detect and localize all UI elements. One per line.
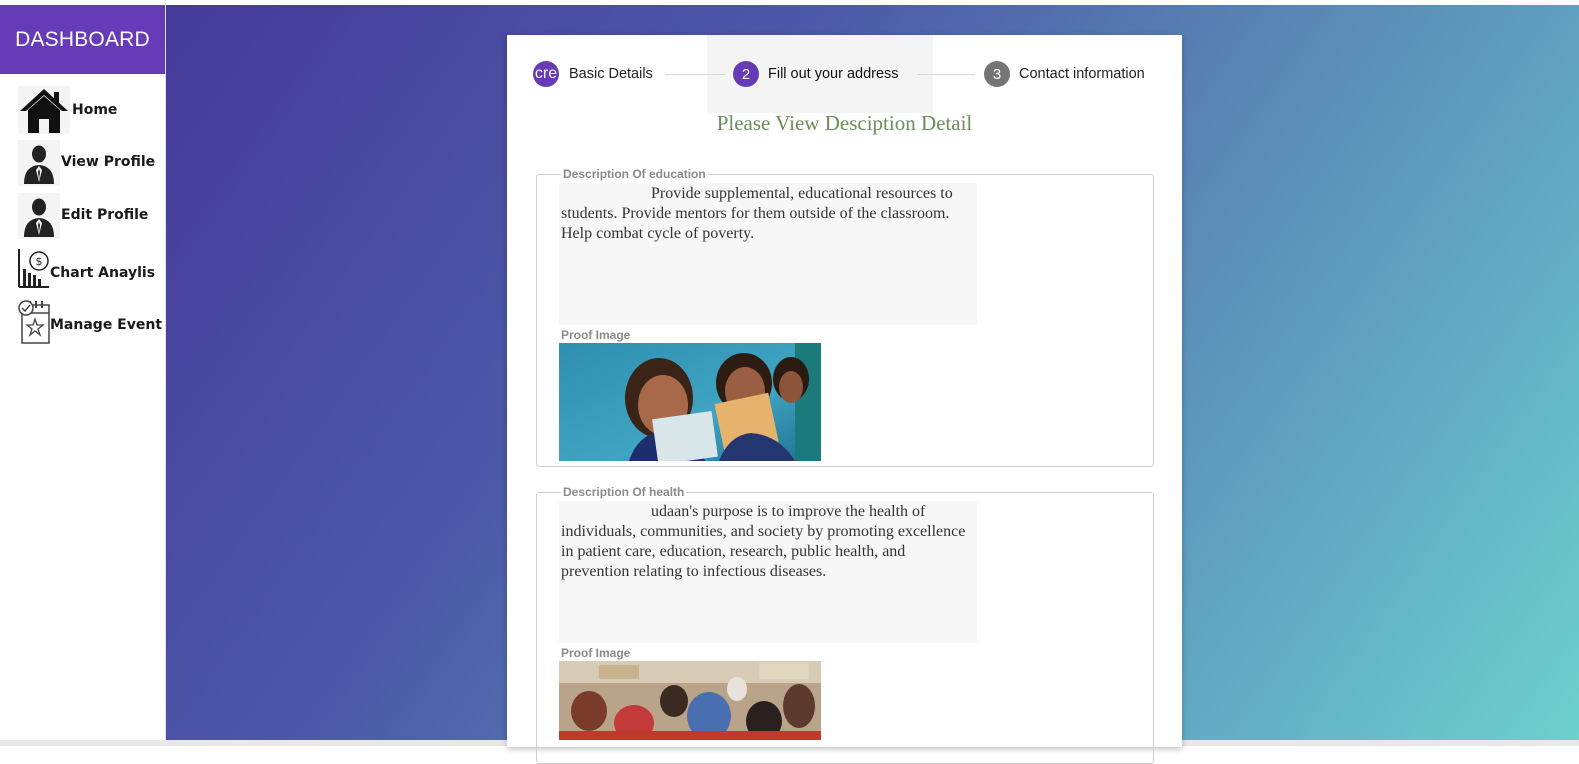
proof-image-label: Proof Image — [561, 646, 631, 660]
sidebar-item-label: Edit Profile — [61, 207, 149, 223]
sidebar-item-chart-analysis[interactable]: $ Chart Anaylis — [0, 245, 165, 291]
step-1-label[interactable]: Basic Details — [569, 66, 653, 82]
step-3-label[interactable]: Contact information — [1019, 66, 1145, 82]
health-proof-image[interactable] — [559, 661, 821, 740]
step-2-label[interactable]: Fill out your address — [768, 66, 899, 82]
education-legend: Description Of education — [561, 167, 708, 181]
stepper: cre Basic Details 2 Fill out your addres… — [507, 35, 1182, 113]
sidebar-item-view-profile[interactable]: View Profile — [0, 140, 165, 186]
health-legend: Description Of health — [561, 485, 687, 499]
chart-icon: $ — [17, 245, 51, 296]
education-description: Provide supplemental, educational resour… — [561, 185, 953, 242]
step-connector — [665, 74, 725, 75]
education-proof-image[interactable] — [559, 343, 821, 461]
step-1-circle[interactable]: cre — [533, 61, 559, 87]
svg-text:$: $ — [36, 255, 43, 268]
step-2-circle[interactable]: 2 — [733, 61, 759, 87]
sidebar-item-label: Chart Anaylis — [50, 265, 156, 281]
page-title: Please View Desciption Detail — [716, 111, 973, 135]
sidebar-item-label: Home — [72, 102, 118, 118]
proof-image-label: Proof Image — [561, 328, 631, 342]
sidebar-item-label: Manage Event — [50, 317, 163, 333]
sidebar-item-home[interactable]: Home — [0, 86, 165, 134]
step-3-circle[interactable]: 3 — [984, 61, 1010, 87]
step-connector — [917, 74, 975, 75]
sidebar-item-edit-profile[interactable]: Edit Profile — [0, 193, 165, 239]
user-icon — [18, 193, 60, 244]
health-description: udaan's purpose is to improve the health… — [561, 503, 966, 580]
home-icon — [18, 86, 70, 139]
detail-card: cre Basic Details 2 Fill out your addres… — [507, 35, 1182, 764]
sidebar-item-label: View Profile — [61, 154, 156, 170]
sidebar: DASHBOARD Home View Profile Edit Profile… — [0, 5, 166, 740]
dashboard-brand[interactable]: DASHBOARD — [0, 5, 165, 74]
sidebar-item-manage-event[interactable]: Manage Event — [0, 297, 165, 347]
user-icon — [18, 140, 60, 191]
calendar-star-icon — [18, 297, 52, 352]
